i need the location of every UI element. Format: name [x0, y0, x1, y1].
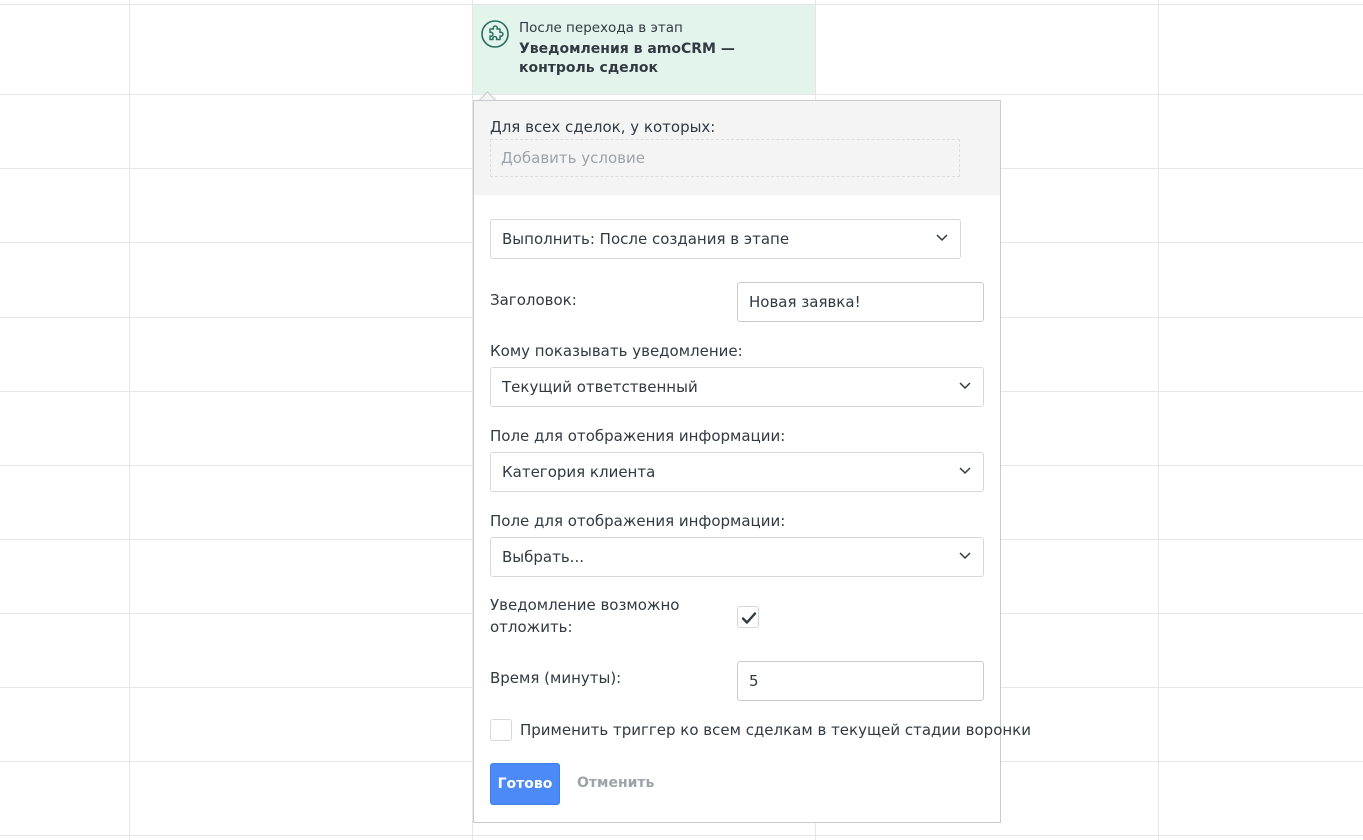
chevron-down-icon [959, 552, 971, 560]
grid-column-divider [129, 0, 130, 840]
chevron-down-icon [936, 234, 948, 242]
grid-row-divider [0, 94, 1363, 95]
postpone-label-line2: отложить: [490, 618, 573, 636]
info-field-1-value: Категория клиента [502, 463, 656, 481]
conditions-label: Для всех сделок, у которых: [490, 118, 716, 136]
checkmark-icon [741, 612, 757, 624]
info-field-2-label: Поле для отображения информации: [490, 512, 786, 530]
cancel-button[interactable]: Отменить [577, 775, 654, 791]
trigger-caption: После перехода в этап [519, 20, 683, 36]
execute-select-value: Выполнить: После создания в этапе [502, 230, 790, 248]
trigger-card[interactable]: После перехода в этап Уведомления в amoC… [473, 5, 815, 94]
apply-all-label[interactable]: Применить триггер ко всем сделкам в теку… [520, 721, 1031, 739]
done-button[interactable]: Готово [490, 763, 560, 805]
puzzle-icon [481, 20, 509, 48]
trigger-title: Уведомления в amoCRM — контроль сделок [519, 41, 735, 76]
execute-select[interactable]: Выполнить: После создания в этапе [490, 219, 961, 259]
title-label: Заголовок: [490, 291, 577, 309]
recipients-select-value: Текущий ответственный [502, 378, 698, 396]
chevron-down-icon [959, 382, 971, 390]
conditions-section: Для всех сделок, у которых: Добавить усл… [474, 101, 1000, 195]
info-field-1-select[interactable]: Категория клиента [490, 452, 984, 492]
title-input[interactable]: Новая заявка! [737, 282, 984, 322]
recipients-label: Кому показывать уведомление: [490, 342, 743, 360]
grid-row-divider [0, 835, 1363, 836]
postpone-checkbox[interactable] [737, 606, 759, 628]
info-field-1-label: Поле для отображения информации: [490, 427, 786, 445]
recipients-select[interactable]: Текущий ответственный [490, 367, 984, 407]
apply-all-checkbox[interactable] [490, 719, 512, 741]
add-condition-field[interactable]: Добавить условие [490, 139, 960, 177]
time-label: Время (минуты): [490, 669, 622, 687]
time-input[interactable]: 5 [737, 661, 984, 701]
info-field-2-value: Выбрать... [502, 548, 584, 566]
postpone-label-line1: Уведомление возможно [490, 596, 680, 614]
grid-column-divider [1158, 0, 1159, 840]
info-field-2-select[interactable]: Выбрать... [490, 537, 984, 577]
trigger-settings-popup: Для всех сделок, у которых: Добавить усл… [473, 100, 1031, 823]
chevron-down-icon [959, 467, 971, 475]
